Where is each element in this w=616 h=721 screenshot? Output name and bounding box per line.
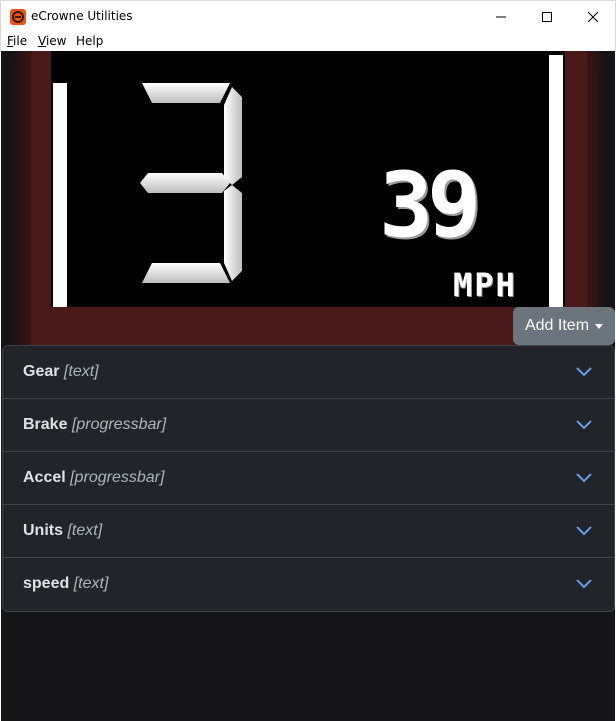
accordion-item-label: Accel [progressbar] (23, 469, 164, 487)
add-item-button[interactable]: Add Item (513, 307, 615, 345)
menu-view-mnemonic: V (38, 34, 46, 48)
chevron-down-icon[interactable] (575, 577, 593, 589)
maximize-icon (542, 11, 552, 22)
accel-bar (549, 55, 563, 307)
speed-readout: 39 (379, 153, 481, 258)
gear-digit (140, 83, 242, 283)
accordion-item-label: Gear [text] (23, 363, 99, 381)
brake-bar (53, 83, 67, 307)
accordion-item-brake[interactable]: Brake [progressbar] (3, 399, 614, 452)
chevron-down-icon[interactable] (575, 418, 593, 430)
title-bar: eCrowne Utilities (0, 0, 616, 31)
item-type: [progressbar] (71, 416, 167, 433)
gear-segment-top-right (224, 87, 242, 185)
menu-file-label: ile (13, 34, 28, 48)
item-type: [text] (63, 363, 99, 380)
item-name: speed (23, 575, 70, 592)
minimize-button[interactable] (478, 1, 524, 32)
item-type: [text] (67, 522, 103, 539)
menu-view[interactable]: View (38, 34, 66, 48)
item-name: Units (23, 522, 63, 539)
item-name: Accel (23, 469, 66, 486)
menu-view-label: iew (45, 34, 67, 48)
gear-segment-bottom-right (224, 185, 242, 281)
menu-help[interactable]: Help (76, 34, 103, 48)
close-icon (587, 11, 599, 22)
accordion-item-speed[interactable]: speed [text] (3, 558, 614, 611)
accordion-item-label: Brake [progressbar] (23, 416, 166, 434)
menu-bar: File View Help (0, 31, 616, 51)
gear-segment-top (142, 83, 230, 103)
accordion-item-units[interactable]: Units [text] (3, 505, 614, 558)
accordion-item-accel[interactable]: Accel [progressbar] (3, 452, 614, 505)
item-name: Brake (23, 416, 68, 433)
chevron-down-icon[interactable] (575, 524, 593, 536)
window-title: eCrowne Utilities (31, 9, 133, 23)
item-name: Gear (23, 363, 60, 380)
item-type: [progressbar] (70, 469, 165, 486)
close-button[interactable] (570, 1, 616, 32)
item-accordion: Gear [text] Brake [progressbar] Accel [p… (2, 345, 615, 612)
accordion-item-label: speed [text] (23, 575, 108, 593)
gear-segment-bottom (142, 263, 230, 283)
accordion-item-label: Units [text] (23, 522, 102, 540)
chevron-down-icon[interactable] (575, 365, 593, 377)
app-logo-icon (10, 9, 26, 25)
menu-file[interactable]: File (7, 34, 27, 48)
accordion-item-gear[interactable]: Gear [text] (3, 346, 614, 399)
caret-down-icon (595, 323, 604, 329)
chevron-down-icon[interactable] (575, 471, 593, 483)
add-item-label: Add Item (524, 317, 590, 334)
minimize-icon (496, 16, 506, 17)
speed-units: MPH (453, 266, 517, 304)
item-type: [text] (73, 575, 109, 592)
gear-segment-middle (140, 173, 230, 193)
maximize-button[interactable] (524, 1, 570, 32)
app-content: 39 MPH Add Item Gear [text] Brake [progr… (1, 51, 615, 721)
